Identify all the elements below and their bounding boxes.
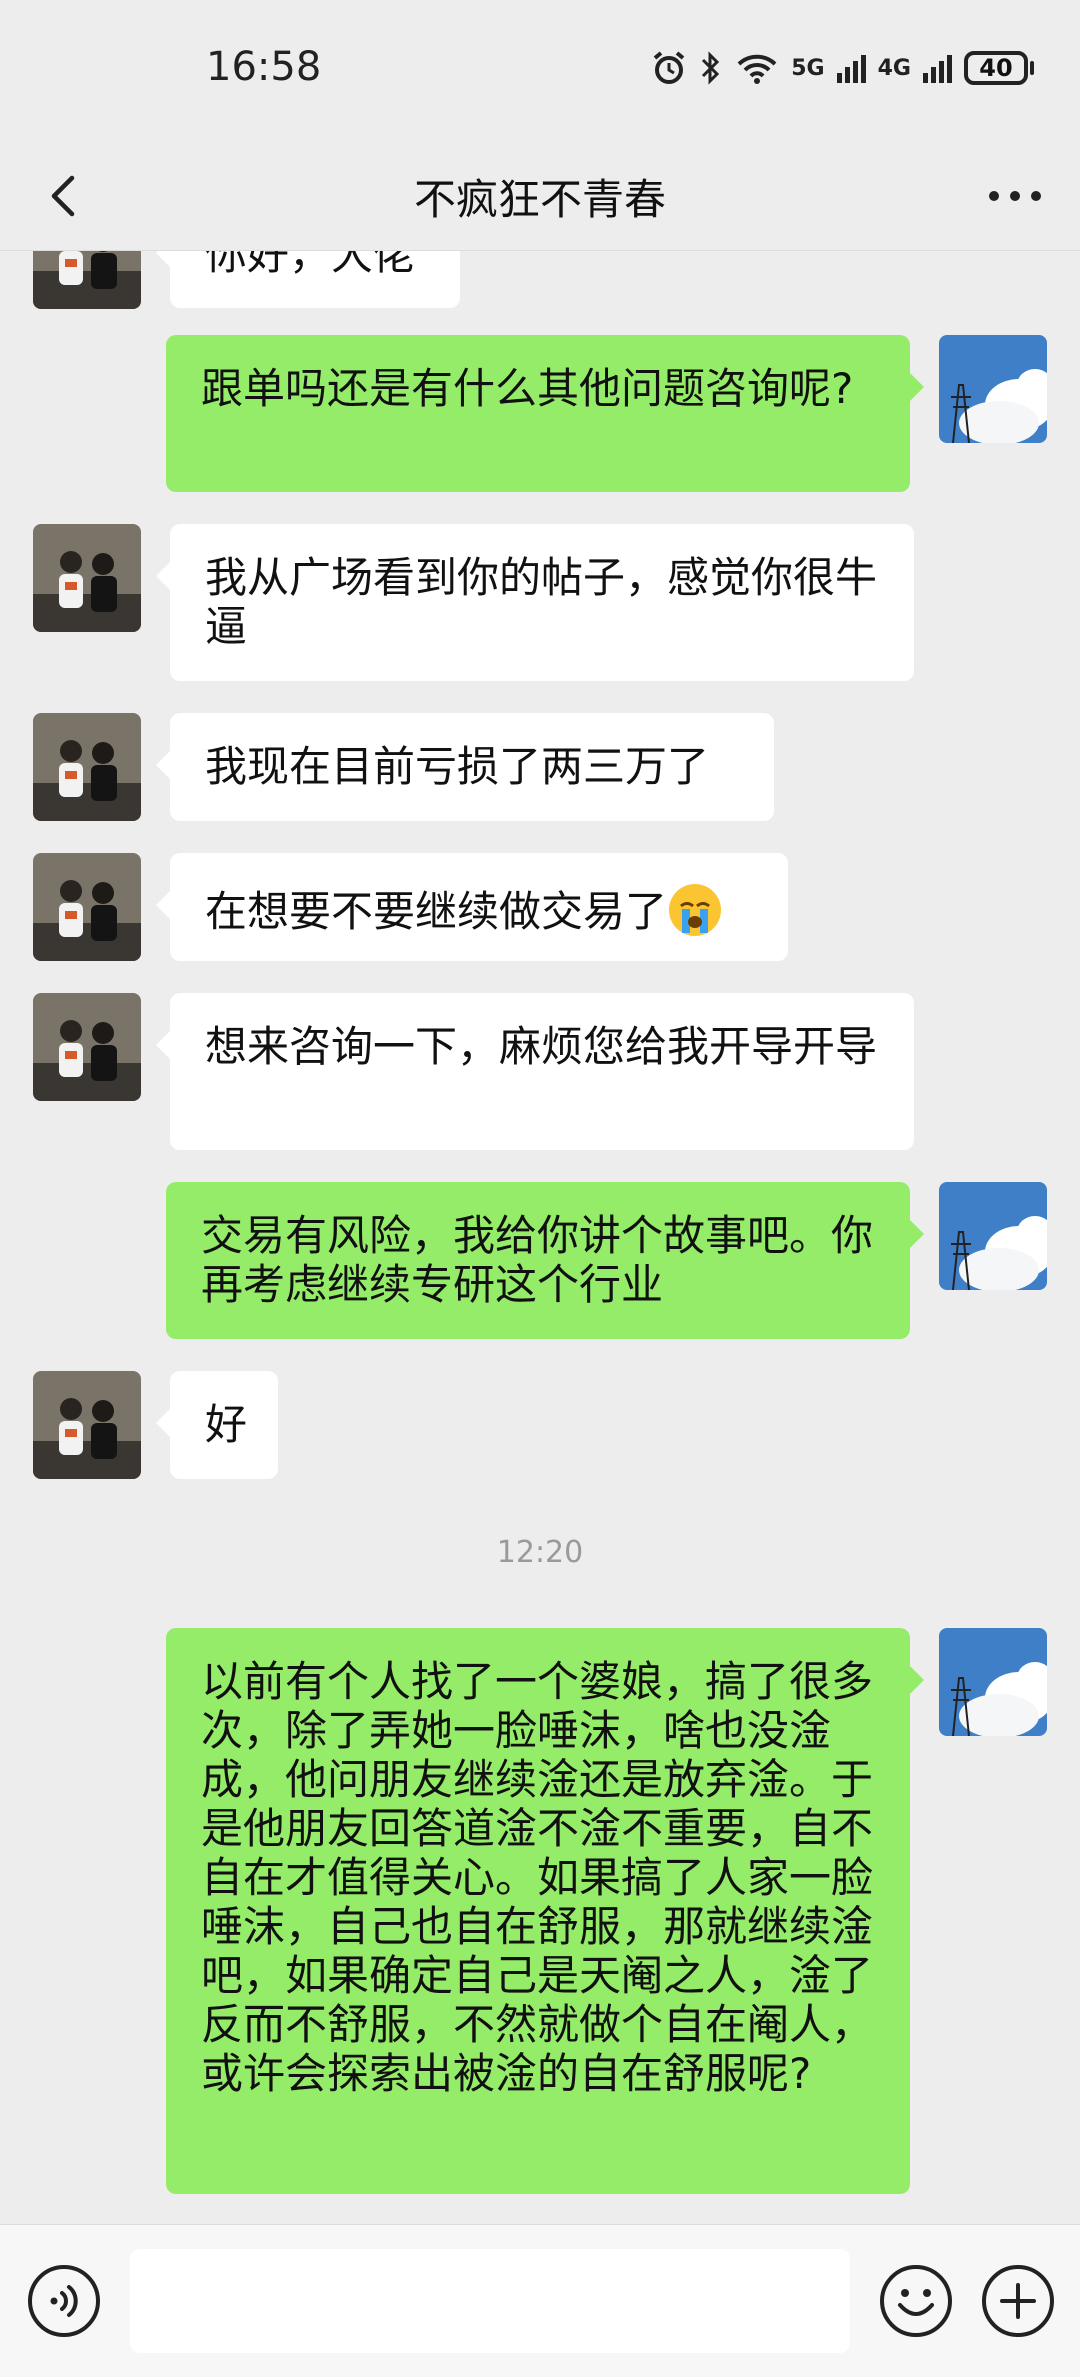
message-text: 在想要不要继续做交易了	[205, 887, 668, 936]
my-avatar[interactable]	[939, 1628, 1047, 1736]
plus-icon	[982, 2265, 1054, 2337]
contact-avatar[interactable]	[33, 524, 141, 632]
battery-tip	[1030, 61, 1034, 75]
net-4g-label: 4G	[877, 55, 911, 81]
contact-avatar[interactable]	[33, 853, 141, 961]
my-avatar[interactable]	[939, 335, 1047, 443]
net-5g-label: 5G	[791, 55, 825, 81]
message-bubble-sent[interactable]: 跟单吗还是有什么其他问题咨询呢?	[166, 335, 924, 492]
contact-avatar[interactable]	[33, 993, 141, 1101]
crying-emoji-icon	[669, 884, 722, 936]
message-bubble-sent[interactable]: 交易有风险，我给你讲个故事吧。你再考虑继续专研这个行业	[166, 1182, 924, 1339]
message-bubble-received[interactable]: 我从广场看到你的帖子，感觉你很牛逼	[156, 524, 914, 681]
chat-header: 不疯狂不青春	[0, 140, 1080, 251]
alarm-icon	[653, 51, 685, 84]
battery-icon: 40	[964, 51, 1028, 85]
status-icons: 5G 4G 40	[651, 44, 1034, 92]
emoji-button[interactable]	[878, 2263, 954, 2339]
more-dots-icon	[989, 191, 1041, 201]
contact-avatar[interactable]	[33, 251, 141, 309]
status-bar: 16:58 5G 4G 40	[0, 0, 1080, 140]
chat-input-bar	[0, 2224, 1080, 2377]
contact-avatar[interactable]	[33, 713, 141, 821]
message-bubble-received[interactable]: 好	[156, 1371, 278, 1479]
message-bubble-received[interactable]: 你好，大佬	[156, 251, 460, 308]
plus-button[interactable]	[980, 2263, 1056, 2339]
message-input[interactable]	[130, 2249, 850, 2353]
signal-5g-icon	[836, 53, 866, 83]
message-bubble-received[interactable]: 想来咨询一下，麻烦您给我开导开导	[156, 993, 914, 1150]
signal-4g-icon	[923, 53, 952, 83]
chat-timestamp: 12:20	[496, 1535, 584, 1570]
bluetooth-icon	[702, 51, 720, 85]
chat-title: 不疯狂不青春	[413, 175, 666, 224]
voice-icon	[28, 2265, 100, 2337]
voice-button[interactable]	[26, 2263, 102, 2339]
message-bubble-received[interactable]: 在想要不要继续做交易了	[156, 853, 788, 961]
chat-message-list[interactable]: 你好，大佬 跟单吗还是有什么其他问题咨询呢? 我从广场看到你的帖子，感觉你很牛逼…	[0, 251, 1080, 2223]
wifi-icon	[737, 54, 777, 84]
message-bubble-received[interactable]: 我现在目前亏损了两三万了	[156, 713, 774, 821]
my-avatar[interactable]	[939, 1182, 1047, 1290]
contact-avatar[interactable]	[33, 1371, 141, 1479]
message-bubble-sent[interactable]: 以前有个人找了一个婆娘，搞了很多次，除了弄她一脸唾沫，啥也没淦成，他问朋友继续淦…	[166, 1628, 924, 2194]
more-button[interactable]	[980, 166, 1050, 226]
status-time: 16:58	[206, 44, 322, 90]
emoji-icon	[880, 2265, 952, 2337]
